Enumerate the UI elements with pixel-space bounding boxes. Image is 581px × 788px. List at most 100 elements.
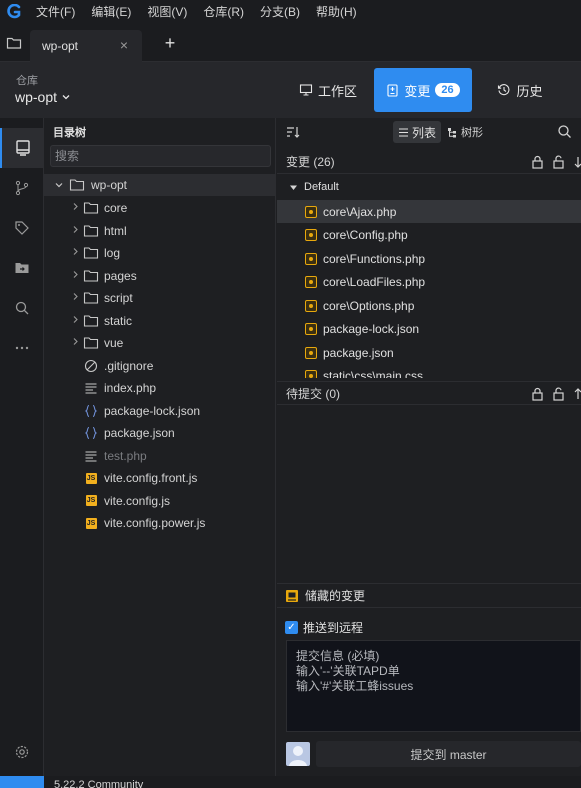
changed-file-row[interactable]: core\Ajax.php: [277, 200, 581, 223]
status-accent: [0, 776, 44, 788]
braces-icon: [82, 403, 100, 419]
tree-file-label: vite.config.front.js: [104, 471, 198, 485]
tree-search-input[interactable]: [50, 145, 271, 167]
sort-icon[interactable]: [286, 125, 300, 142]
tree-folder[interactable]: script: [68, 287, 133, 309]
tab-bar: wp-opt × +: [0, 24, 581, 62]
tree-root-label: wp-opt: [91, 178, 128, 192]
unlock-icon[interactable]: [552, 155, 565, 169]
changed-file-row[interactable]: core\LoadFiles.php: [277, 271, 581, 294]
monitor-icon: [299, 84, 313, 96]
list-mode-button[interactable]: 列表: [393, 121, 441, 143]
menu-view[interactable]: 视图(V): [139, 0, 195, 24]
changed-file-row[interactable]: static\css\main.css: [277, 365, 581, 378]
changes-button[interactable]: 变更 26: [374, 68, 472, 112]
tree-folder-label: script: [104, 291, 133, 305]
arrow-up-icon[interactable]: [573, 387, 581, 401]
tree-folder[interactable]: pages: [68, 265, 137, 287]
menu-help[interactable]: 帮助(H): [308, 0, 365, 24]
chevron-right-icon: [68, 292, 82, 304]
stash-label: 储藏的变更: [305, 589, 366, 603]
push-remote-label: 推送到远程: [303, 620, 364, 635]
tree-file[interactable]: JS vite.config.js: [82, 490, 170, 512]
tree-folder[interactable]: vue: [68, 332, 123, 354]
tree-file[interactable]: JS vite.config.power.js: [82, 512, 205, 534]
tree-folder[interactable]: core: [68, 197, 127, 219]
repo-selector[interactable]: wp-opt: [15, 89, 71, 105]
add-tab-icon[interactable]: +: [160, 33, 180, 53]
version-label: 5.22.2 Community: [54, 779, 144, 788]
stash-folder-icon[interactable]: [0, 248, 44, 288]
pending-section-header: 待提交 (0): [277, 381, 581, 405]
changed-file-label: core\Config.php: [323, 228, 408, 242]
changed-file-row[interactable]: package.json: [277, 341, 581, 364]
workspace-button[interactable]: 工作区: [288, 68, 368, 112]
menu-repository[interactable]: 仓库(R): [195, 0, 252, 24]
search-icon[interactable]: [557, 124, 572, 142]
history-button[interactable]: 历史: [485, 68, 555, 112]
activity-bar: [0, 118, 44, 776]
tree-file[interactable]: .gitignore: [82, 355, 153, 377]
group-default-label: Default: [304, 181, 339, 193]
tree-folder[interactable]: log: [68, 242, 120, 264]
chevron-right-icon: [68, 337, 82, 349]
tree-folder[interactable]: static: [68, 310, 132, 332]
tree-file[interactable]: test.php: [82, 445, 147, 467]
tag-icon[interactable]: [0, 208, 44, 248]
menu-branch[interactable]: 分支(B): [252, 0, 308, 24]
tree-folder[interactable]: html: [68, 220, 127, 242]
lock-icon[interactable]: [531, 155, 544, 169]
commit-button[interactable]: 提交到 master: [316, 741, 581, 767]
workspace-label: 工作区: [317, 83, 357, 99]
changed-file-row[interactable]: package-lock.json: [277, 318, 581, 341]
repository-icon[interactable]: [0, 128, 44, 168]
tree-mode-button[interactable]: 树形: [443, 121, 487, 143]
tree-file[interactable]: JS vite.config.front.js: [82, 467, 197, 489]
changes-count-badge: 26: [435, 83, 460, 97]
unlock-icon[interactable]: [552, 387, 565, 401]
chevron-down-icon: [55, 183, 63, 188]
js-icon: JS: [85, 472, 97, 484]
changed-file-row[interactable]: core\Functions.php: [277, 247, 581, 270]
changed-file-label: core\Options.php: [323, 298, 415, 313]
changed-file-row[interactable]: core\Config.php: [277, 224, 581, 247]
tab-repo[interactable]: wp-opt ×: [30, 30, 142, 62]
arrow-down-icon[interactable]: [573, 155, 581, 169]
modified-status-icon: [305, 299, 317, 312]
repo-label: 仓库: [16, 75, 38, 87]
tree-file[interactable]: package.json: [82, 422, 175, 444]
menu-edit[interactable]: 编辑(E): [83, 0, 139, 24]
more-icon[interactable]: [0, 328, 44, 368]
folder-icon: [82, 200, 100, 216]
tree-root-folder[interactable]: wp-opt: [44, 174, 275, 196]
group-default[interactable]: Default: [277, 176, 581, 198]
search-icon[interactable]: [0, 288, 44, 328]
push-remote-checkbox[interactable]: ✓: [285, 620, 298, 634]
lines-icon: [82, 448, 100, 464]
pending-section-title: 待提交 (0): [286, 386, 341, 401]
modified-status-icon: [305, 276, 317, 288]
close-icon[interactable]: ×: [116, 37, 132, 53]
lock-icon[interactable]: [531, 387, 544, 401]
branch-icon[interactable]: [0, 168, 44, 208]
tree-file[interactable]: package-lock.json: [82, 400, 200, 422]
tree-mode-label: 树形: [461, 127, 483, 139]
tree-file-label: test.php: [104, 448, 147, 463]
modified-status-icon: [305, 229, 317, 241]
settings-gear-icon[interactable]: [0, 732, 44, 772]
folder-icon[interactable]: [6, 35, 22, 51]
tab-title: wp-opt: [42, 39, 79, 53]
modified-status-icon: [305, 323, 317, 335]
push-remote-checkbox-row[interactable]: ✓ 推送到远程: [285, 617, 363, 637]
changed-file-row[interactable]: core\Options.php: [277, 294, 581, 317]
tree-file-label: .gitignore: [104, 358, 154, 373]
commit-message-input[interactable]: 提交信息 (必填) 输入'--'关联TAPD单 输入'#'关联工蜂issues: [286, 640, 581, 732]
caret-down-icon: [290, 185, 297, 190]
menu-file[interactable]: 文件(F): [28, 0, 83, 24]
tree-title: 目录树: [53, 127, 86, 139]
stash-row[interactable]: 储藏的变更: [277, 583, 581, 608]
tree-folder-label: pages: [104, 268, 137, 283]
folder-icon: [82, 313, 100, 329]
changed-file-label: core\Functions.php: [323, 251, 426, 266]
tree-file[interactable]: index.php: [82, 377, 156, 399]
